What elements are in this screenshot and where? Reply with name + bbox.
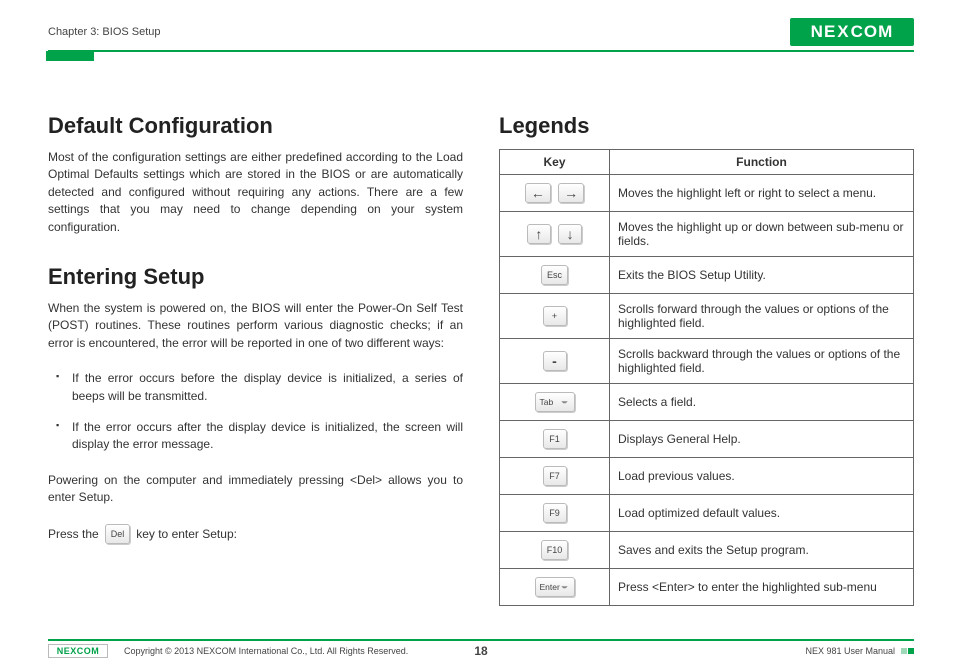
- table-row: F1 Displays General Help.: [500, 421, 914, 458]
- func-cell: Moves the highlight up or down between s…: [610, 212, 914, 257]
- minus-key-icon: -: [543, 351, 567, 371]
- table-row: Esc Exits the BIOS Setup Utility.: [500, 257, 914, 294]
- arrow-left-key-icon: ←: [525, 183, 551, 203]
- press-del-suffix: key to enter Setup:: [136, 527, 237, 541]
- key-cell: -: [500, 339, 610, 384]
- arrow-up-key-icon: ↑: [527, 224, 551, 244]
- key-cell: Tab: [500, 384, 610, 421]
- press-del-line: Press the Del key to enter Setup:: [48, 524, 463, 544]
- f9-key-icon: F9: [543, 503, 567, 523]
- table-row: - Scrolls backward through the values or…: [500, 339, 914, 384]
- content-columns: Default Configuration Most of the config…: [48, 113, 914, 606]
- func-cell: Selects a field.: [610, 384, 914, 421]
- footer-squares-icon: [901, 648, 914, 654]
- header-bar: Chapter 3: BIOS Setup NEXCOM: [48, 18, 914, 52]
- tab-key-icon: Tab: [535, 392, 575, 412]
- f1-key-icon: F1: [543, 429, 567, 449]
- enter-key-icon: Enter: [535, 577, 575, 597]
- para-default-config: Most of the configuration settings are e…: [48, 149, 463, 236]
- table-row: ← → Moves the highlight left or right to…: [500, 175, 914, 212]
- func-cell: Scrolls forward through the values or op…: [610, 294, 914, 339]
- table-row: Enter Press <Enter> to enter the highlig…: [500, 569, 914, 606]
- key-cell: Enter: [500, 569, 610, 606]
- del-key-icon: Del: [105, 524, 131, 544]
- key-cell: F1: [500, 421, 610, 458]
- key-cell: F7: [500, 458, 610, 495]
- para-post-intro: When the system is powered on, the BIOS …: [48, 300, 463, 352]
- bullet-screen: If the error occurs after the display de…: [56, 419, 463, 454]
- heading-entering-setup: Entering Setup: [48, 264, 463, 290]
- table-row: F10 Saves and exits the Setup program.: [500, 532, 914, 569]
- plus-key-icon: +: [543, 306, 567, 326]
- heading-legends: Legends: [499, 113, 914, 139]
- heading-default-config: Default Configuration: [48, 113, 463, 139]
- footer-logo: NEXCOM: [48, 644, 108, 658]
- table-row: Tab Selects a field.: [500, 384, 914, 421]
- bullet-beeps: If the error occurs before the display d…: [56, 370, 463, 405]
- key-cell: ← →: [500, 175, 610, 212]
- func-cell: Moves the highlight left or right to sel…: [610, 175, 914, 212]
- key-cell: F10: [500, 532, 610, 569]
- footer-rule: [48, 639, 914, 641]
- func-cell: Displays General Help.: [610, 421, 914, 458]
- brand-logo: NEXCOM: [790, 18, 914, 46]
- table-row: ↑ ↓ Moves the highlight up or down betwe…: [500, 212, 914, 257]
- func-cell: Load optimized default values.: [610, 495, 914, 532]
- chapter-label: Chapter 3: BIOS Setup: [48, 26, 161, 38]
- error-bullets: If the error occurs before the display d…: [56, 370, 463, 454]
- f10-key-icon: F10: [541, 540, 569, 560]
- func-cell: Saves and exits the Setup program.: [610, 532, 914, 569]
- manual-name: NEX 981 User Manual: [805, 646, 895, 656]
- f7-key-icon: F7: [543, 466, 567, 486]
- table-row: F7 Load previous values.: [500, 458, 914, 495]
- page-number: 18: [474, 644, 487, 658]
- copyright-text: Copyright © 2013 NEXCOM International Co…: [124, 646, 408, 656]
- legend-table: Key Function ← → Moves the highlight lef…: [499, 149, 914, 606]
- table-row: + Scrolls forward through the values or …: [500, 294, 914, 339]
- th-function: Function: [610, 150, 914, 175]
- footer: NEXCOM Copyright © 2013 NEXCOM Internati…: [48, 639, 914, 658]
- accent-tab: [46, 51, 94, 61]
- para-del-enter: Powering on the computer and immediately…: [48, 472, 463, 507]
- press-del-prefix: Press the: [48, 527, 99, 541]
- arrow-down-key-icon: ↓: [558, 224, 582, 244]
- func-cell: Press <Enter> to enter the highlighted s…: [610, 569, 914, 606]
- arrow-right-key-icon: →: [558, 183, 584, 203]
- key-cell: F9: [500, 495, 610, 532]
- key-cell: ↑ ↓: [500, 212, 610, 257]
- left-column: Default Configuration Most of the config…: [48, 113, 463, 606]
- key-cell: +: [500, 294, 610, 339]
- func-cell: Load previous values.: [610, 458, 914, 495]
- th-key: Key: [500, 150, 610, 175]
- legend-body: ← → Moves the highlight left or right to…: [500, 175, 914, 606]
- func-cell: Scrolls backward through the values or o…: [610, 339, 914, 384]
- esc-key-icon: Esc: [541, 265, 568, 285]
- table-row: F9 Load optimized default values.: [500, 495, 914, 532]
- func-cell: Exits the BIOS Setup Utility.: [610, 257, 914, 294]
- key-cell: Esc: [500, 257, 610, 294]
- right-column: Legends Key Function ← → Moves the highl…: [499, 113, 914, 606]
